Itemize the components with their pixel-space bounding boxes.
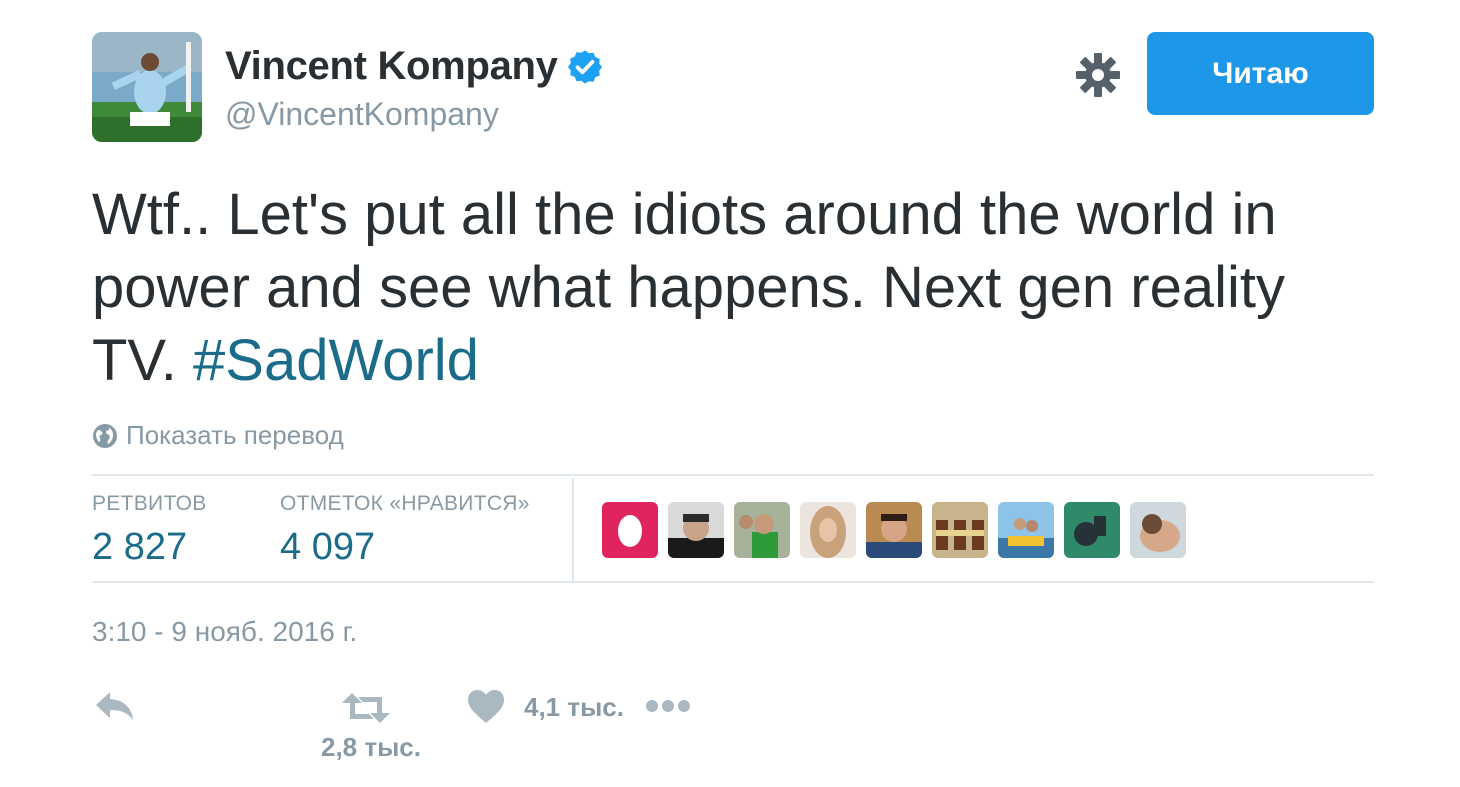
liker-avatars xyxy=(602,502,1196,558)
author-name-row: Vincent Kompany xyxy=(225,44,604,89)
following-button[interactable]: Читаю xyxy=(1147,32,1374,115)
liker-avatar[interactable] xyxy=(602,502,658,558)
retweets-label: РЕТВИТОВ xyxy=(92,492,207,515)
liker-avatar[interactable] xyxy=(1130,502,1186,558)
globe-icon xyxy=(93,423,117,448)
retweets-value: 2 827 xyxy=(92,526,188,568)
liker-avatar[interactable] xyxy=(1064,502,1120,558)
tweet-timestamp[interactable]: 3:10 - 9 нояб. 2016 г. xyxy=(92,616,357,648)
more-button[interactable] xyxy=(645,698,691,714)
reply-icon xyxy=(96,692,133,720)
retweets-stat[interactable]: РЕТВИТОВ 2 827 xyxy=(92,492,207,569)
liker-avatar[interactable] xyxy=(932,502,988,558)
tweet-text: Wtf.. Let's put all the idiots around th… xyxy=(92,178,1382,397)
retweet-button[interactable] xyxy=(342,693,390,723)
likes-label: ОТМЕТОК «НРАВИТСЯ» xyxy=(280,492,530,515)
divider-bottom xyxy=(92,581,1374,583)
divider-top xyxy=(92,474,1374,476)
hashtag-link[interactable]: #SadWorld xyxy=(193,328,479,393)
tweet-card: Vincent Kompany @VincentKompany Читаю Wt… xyxy=(0,0,1460,787)
author-avatar[interactable] xyxy=(92,32,202,142)
author-handle[interactable]: @VincentKompany xyxy=(225,96,499,133)
author-name[interactable]: Vincent Kompany xyxy=(225,44,558,89)
liker-avatar[interactable] xyxy=(866,502,922,558)
likes-stat[interactable]: ОТМЕТОК «НРАВИТСЯ» 4 097 xyxy=(280,492,530,569)
heart-icon xyxy=(468,690,504,723)
retweet-count: 2,8 тыс. xyxy=(321,732,421,762)
stats-separator xyxy=(572,478,574,582)
show-translation-link[interactable]: Показать перевод xyxy=(92,420,344,451)
liker-avatar[interactable] xyxy=(668,502,724,558)
likes-value: 4 097 xyxy=(280,526,376,568)
verified-badge-icon xyxy=(567,49,602,84)
liker-avatar[interactable] xyxy=(998,502,1054,558)
like-button[interactable]: 4,1 тыс. xyxy=(468,690,624,724)
liker-avatar[interactable] xyxy=(800,502,856,558)
gear-icon[interactable] xyxy=(1073,50,1123,100)
more-icon xyxy=(646,700,690,712)
show-translation-label: Показать перевод xyxy=(126,420,344,450)
liker-avatar[interactable] xyxy=(734,502,790,558)
retweet-icon xyxy=(342,693,390,723)
reply-button[interactable] xyxy=(94,690,136,724)
like-count: 4,1 тыс. xyxy=(524,691,624,722)
tweet-stats: РЕТВИТОВ 2 827 ОТМЕТОК «НРАВИТСЯ» 4 097 xyxy=(92,478,1374,582)
